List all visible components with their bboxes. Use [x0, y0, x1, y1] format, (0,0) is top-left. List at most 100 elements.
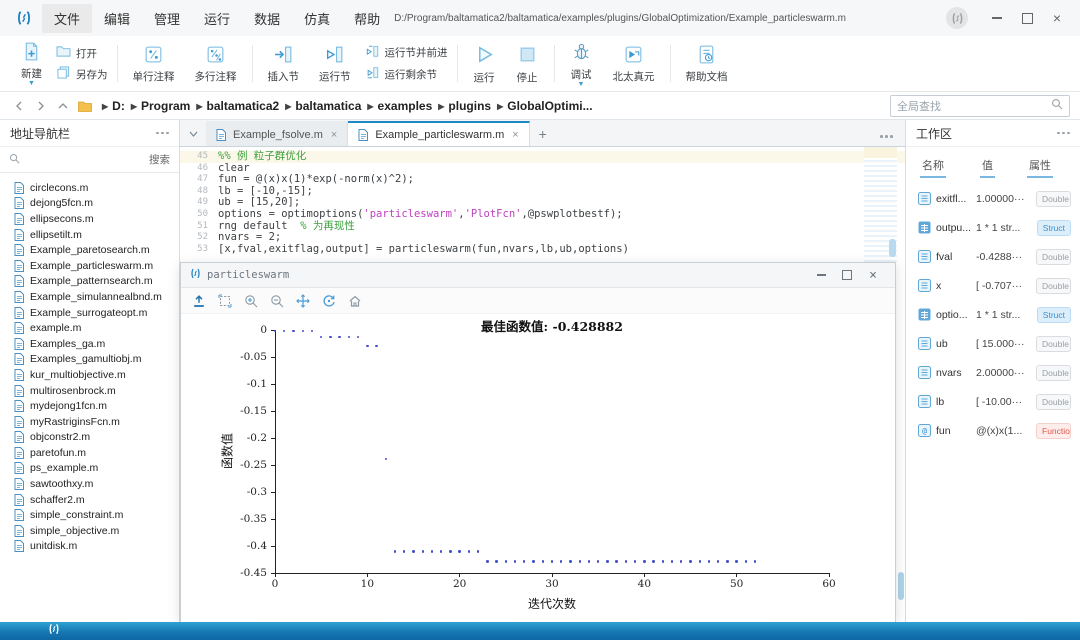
- plot-close-button[interactable]: ×: [860, 265, 886, 285]
- menu-item-4[interactable]: 运行: [192, 4, 242, 33]
- file-item[interactable]: simple_objective.m: [0, 523, 179, 539]
- workspace-row[interactable]: optio...1 * 1 str...Struct: [906, 300, 1080, 329]
- breadcrumb-item[interactable]: ▶examples: [361, 99, 432, 113]
- minimize-button[interactable]: [982, 5, 1012, 31]
- plot-tool-export-icon[interactable]: [192, 294, 206, 308]
- file-item[interactable]: Examples_ga.m: [0, 336, 179, 352]
- plot-tool-home-icon[interactable]: [348, 294, 362, 308]
- plot-tool-pan-icon[interactable]: [296, 294, 310, 308]
- debug-bug-icon: [570, 40, 593, 66]
- column-header-type[interactable]: 属性: [1027, 157, 1053, 178]
- close-button[interactable]: ×: [1042, 5, 1072, 31]
- workspace-row[interactable]: nvars2.00000···Double: [906, 358, 1080, 387]
- file-item[interactable]: kur_multiobjective.m: [0, 367, 179, 383]
- help-docs-button[interactable]: 帮助文档: [680, 42, 734, 86]
- plot-maximize-button[interactable]: [834, 265, 860, 285]
- breadcrumb-item[interactable]: ▶baltamatica2: [190, 99, 279, 113]
- maximize-button[interactable]: [1012, 5, 1042, 31]
- breadcrumb-item[interactable]: ▶Program: [125, 99, 191, 113]
- sidebar-more-menu-icon[interactable]: [156, 132, 169, 135]
- baltam-zhenyuan-button[interactable]: 北太真元: [607, 42, 661, 86]
- run-section-button[interactable]: 运行节: [313, 42, 357, 86]
- stop-button[interactable]: 停止: [510, 41, 545, 87]
- file-item[interactable]: Examples_gamultiobj.m: [0, 352, 179, 368]
- file-item[interactable]: Example_particleswarm.m: [0, 258, 179, 274]
- menu-item-1[interactable]: 文件: [42, 4, 92, 33]
- column-header-name[interactable]: 名称: [920, 157, 946, 178]
- plot-window-titlebar[interactable]: particleswarm ×: [181, 263, 895, 288]
- workspace-row[interactable]: exitfl...1.00000···Double: [906, 184, 1080, 213]
- file-item[interactable]: paretofun.m: [0, 445, 179, 461]
- menu-item-6[interactable]: 仿真: [292, 4, 342, 33]
- file-item[interactable]: example.m: [0, 320, 179, 336]
- multi-comment-button[interactable]: 多行注释: [189, 42, 243, 86]
- file-item[interactable]: multirosenbrock.m: [0, 383, 179, 399]
- nav-back-button[interactable]: [8, 96, 30, 116]
- debug-button[interactable]: 调试 ▼: [564, 38, 599, 89]
- file-item[interactable]: schaffer2.m: [0, 492, 179, 508]
- file-item[interactable]: objconstr2.m: [0, 430, 179, 446]
- nav-up-button[interactable]: [52, 96, 74, 116]
- menu-item-5[interactable]: 数据: [242, 4, 292, 33]
- plot-tool-zoom-out-icon[interactable]: [270, 294, 284, 308]
- editor-minimap[interactable]: [864, 147, 897, 263]
- run-button[interactable]: 运行: [467, 41, 502, 87]
- workspace-row[interactable]: @fun@(x)x(1...Functio...: [906, 416, 1080, 445]
- file-item[interactable]: dejong5fcn.m: [0, 196, 179, 212]
- tab-list-chevron-icon[interactable]: [180, 121, 206, 146]
- insert-section-button[interactable]: 插入节: [262, 42, 306, 86]
- file-item[interactable]: Example_paretosearch.m: [0, 242, 179, 258]
- editor-tab[interactable]: Example_fsolve.m×: [206, 121, 348, 146]
- new-file-button[interactable]: 新建 ▼: [15, 39, 48, 88]
- editor-scrollbar-thumb[interactable]: [898, 572, 904, 600]
- global-search-input[interactable]: 全局查找: [890, 95, 1070, 117]
- editor-more-menu-icon[interactable]: [880, 135, 893, 138]
- nav-forward-button[interactable]: [30, 96, 52, 116]
- tab-close-icon[interactable]: ×: [512, 129, 518, 141]
- breadcrumb-item[interactable]: ▶GlobalOptimi...: [491, 99, 593, 113]
- file-item[interactable]: myRastriginsFcn.m: [0, 414, 179, 430]
- file-item[interactable]: sawtoothxy.m: [0, 476, 179, 492]
- column-header-value[interactable]: 值: [980, 157, 995, 178]
- plot-tool-rotate-icon[interactable]: [322, 294, 336, 308]
- menu-item-3[interactable]: 管理: [142, 4, 192, 33]
- workspace-row[interactable]: x[ -0.707···Double: [906, 271, 1080, 300]
- folder-icon[interactable]: [74, 96, 96, 116]
- minimap-scrollbar-thumb[interactable]: [889, 239, 896, 257]
- breadcrumb-item[interactable]: ▶plugins: [432, 99, 491, 113]
- single-comment-button[interactable]: 单行注释: [127, 42, 181, 86]
- open-button[interactable]: 打开: [56, 45, 108, 61]
- menu-item-2[interactable]: 编辑: [92, 4, 142, 33]
- breadcrumb-item[interactable]: ▶baltamatica: [279, 99, 361, 113]
- file-item[interactable]: ellipsecons.m: [0, 211, 179, 227]
- workspace-more-menu-icon[interactable]: [1057, 132, 1070, 135]
- workspace-row[interactable]: lb[ -10.00···Double: [906, 387, 1080, 416]
- sidebar-search-button[interactable]: 搜索: [149, 152, 170, 167]
- file-item[interactable]: unitdisk.m: [0, 539, 179, 555]
- breadcrumb-item[interactable]: ▶D:: [96, 99, 125, 113]
- save-as-button[interactable]: 另存为: [56, 66, 108, 82]
- workspace-row[interactable]: ub[ 15.000···Double: [906, 329, 1080, 358]
- menu-item-7[interactable]: 帮助: [342, 4, 392, 33]
- file-item[interactable]: ps_example.m: [0, 461, 179, 477]
- workspace-row[interactable]: fval-0.4288···Double: [906, 242, 1080, 271]
- workspace-row[interactable]: outpu...1 * 1 str...Struct: [906, 213, 1080, 242]
- run-remaining-button[interactable]: 运行剩余节: [365, 66, 448, 83]
- plot-tool-fit-view-icon[interactable]: [218, 294, 232, 308]
- file-item[interactable]: Example_patternsearch.m: [0, 274, 179, 290]
- tab-close-icon[interactable]: ×: [331, 129, 337, 141]
- file-item[interactable]: mydejong1fcn.m: [0, 398, 179, 414]
- file-item[interactable]: Example_simulannealbnd.m: [0, 289, 179, 305]
- baltam-zhenyuan-icon: [623, 44, 644, 68]
- file-item[interactable]: ellipsetilt.m: [0, 227, 179, 243]
- file-item[interactable]: Example_surrogateopt.m: [0, 305, 179, 321]
- new-tab-button[interactable]: +: [530, 121, 556, 146]
- file-item[interactable]: circlecons.m: [0, 180, 179, 196]
- m-file-icon: [14, 182, 25, 194]
- plot-minimize-button[interactable]: [808, 265, 834, 285]
- run-section-advance-button[interactable]: 运行节并前进: [365, 44, 448, 61]
- plot-tool-zoom-in-icon[interactable]: [244, 294, 258, 308]
- sidebar-search-input[interactable]: 搜索: [0, 147, 179, 173]
- file-item[interactable]: simple_constraint.m: [0, 507, 179, 523]
- editor-tab[interactable]: Example_particleswarm.m×: [348, 121, 529, 146]
